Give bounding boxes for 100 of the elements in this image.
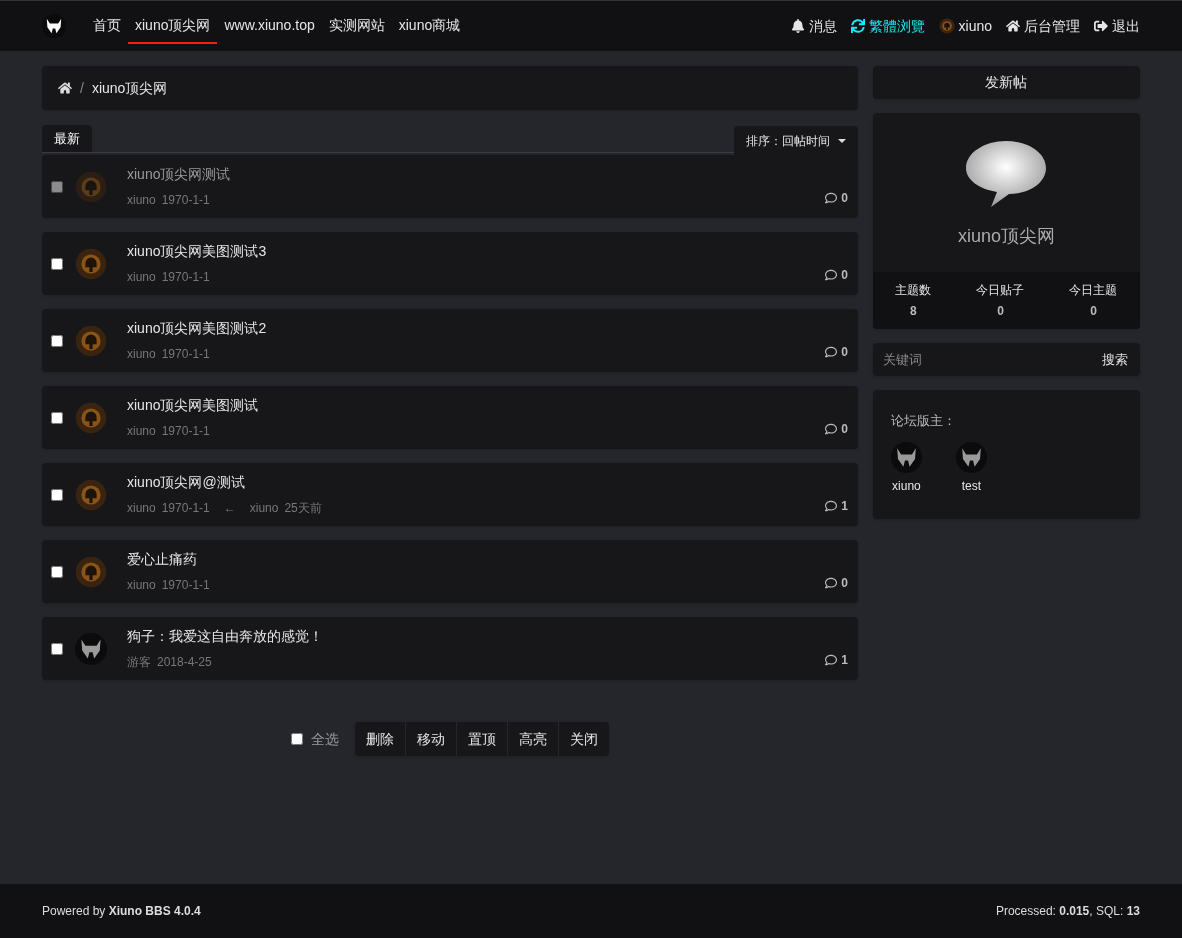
search-field[interactable]: 关键词: [872, 343, 1090, 376]
new-thread-button[interactable]: 发新帖: [872, 66, 1140, 99]
comment-icon: [825, 346, 838, 358]
thread-title[interactable]: xiuno顶尖网测试: [127, 164, 231, 185]
helmet-avatar-icon: [890, 442, 922, 473]
powered-by-text: Powered by Xiuno BBS 4.0.4: [42, 903, 201, 920]
stat-value: 0: [1090, 303, 1097, 320]
stat-label: 今日主题: [1069, 282, 1118, 299]
search-button[interactable]: 搜索: [1090, 343, 1140, 376]
reply-count: 0: [841, 575, 848, 592]
thread-title[interactable]: 爱心止痛药: [127, 549, 210, 570]
thread-title[interactable]: xiuno顶尖网美图测试: [127, 395, 259, 416]
nav-link[interactable]: xiuno商城: [391, 8, 468, 44]
post-date: 2018-4-25: [157, 654, 212, 671]
helmet-avatar-icon: [955, 442, 987, 473]
breadcrumb-separator: /: [80, 78, 84, 98]
helmet-avatar-icon: [75, 632, 107, 665]
checkbox[interactable]: [290, 733, 303, 745]
nav-link[interactable]: 繁體浏覽: [850, 15, 925, 37]
thread-row[interactable]: xiuno顶尖网美图测试2 xiuno 1970-1-1 0: [42, 309, 858, 372]
checkbox[interactable]: [51, 334, 63, 347]
helmet-avatar-icon: [75, 401, 107, 434]
author-name: xiuno: [127, 269, 156, 286]
checkbox[interactable]: [51, 565, 63, 578]
sort-dropdown[interactable]: 排序：回帖时间: [733, 126, 858, 156]
tab[interactable]: 最新: [42, 125, 92, 152]
checkbox[interactable]: [51, 411, 63, 424]
sign-out-icon: [1094, 19, 1108, 33]
checkbox[interactable]: [51, 488, 63, 501]
thread-row[interactable]: xiuno顶尖网@测试 xiuno 1970-1-1 ← xiuno 25天前 1: [42, 463, 858, 526]
thread-row[interactable]: xiuno顶尖网测试 xiuno 1970-1-1 0: [42, 155, 858, 218]
reply-count: 0: [841, 267, 848, 284]
helmet-avatar-icon: [75, 324, 107, 357]
home-icon: [1006, 19, 1020, 33]
nav-link[interactable]: 首页: [86, 8, 128, 44]
helmet-avatar-icon: [75, 555, 107, 588]
helmet-avatar-icon: [938, 18, 955, 34]
logo-icon: [42, 14, 66, 38]
nav-link[interactable]: xiuno顶尖网: [128, 8, 218, 44]
nav-link[interactable]: 消息: [790, 15, 837, 37]
reply-count: 0: [841, 421, 848, 438]
reply-count: 0: [841, 344, 848, 361]
moderation-button[interactable]: 高亮: [507, 722, 559, 756]
caret-icon: [837, 139, 846, 143]
thread-row[interactable]: xiuno顶尖网美图测试 xiuno 1970-1-1 0: [42, 386, 858, 449]
comment-icon: [825, 269, 838, 281]
author-name: xiuno: [127, 346, 156, 363]
nav-link[interactable]: xiuno: [938, 15, 992, 37]
moderator-name[interactable]: xiuno: [892, 477, 921, 495]
author-name: xiuno: [249, 500, 279, 517]
nav-link[interactable]: 实测网站: [321, 8, 392, 44]
author-name: xiuno: [127, 192, 156, 209]
moderators-title: 论坛版主：: [890, 413, 956, 428]
reply-count: 1: [841, 652, 848, 669]
helmet-avatar-icon: [75, 247, 107, 280]
moderator-name[interactable]: test: [961, 477, 982, 495]
moderation-button[interactable]: 置顶: [456, 722, 508, 756]
home-icon[interactable]: [58, 81, 72, 95]
thread-title[interactable]: 狗子：我爱这自由奔放的感觉！: [127, 626, 323, 647]
checkbox[interactable]: [51, 642, 63, 655]
comment-icon: [825, 423, 838, 435]
processing-stats: Processed: 0.015, SQL: 13: [995, 903, 1140, 920]
reply-count: 0: [841, 190, 848, 207]
speech-bubble-icon: [965, 139, 1048, 209]
reply-count: 1: [841, 498, 848, 515]
post-date: 1970-1-1: [161, 346, 210, 363]
post-date: 1970-1-1: [161, 269, 210, 286]
thread-title[interactable]: xiuno顶尖网美图测试2: [127, 318, 267, 339]
breadcrumb-link[interactable]: xiuno顶尖网: [91, 77, 168, 99]
moderation-button[interactable]: 删除: [354, 722, 406, 756]
stat-label: 主题数: [895, 282, 932, 299]
thread-row[interactable]: 狗子：我爱这自由奔放的感觉！ 游客 2018-4-25 1: [42, 617, 858, 680]
checkbox[interactable]: [51, 257, 63, 270]
forum-name: xiuno顶尖网: [957, 225, 1055, 248]
moderation-button[interactable]: 关闭: [558, 722, 609, 756]
thread-row[interactable]: xiuno顶尖网美图测试3 xiuno 1970-1-1 0: [42, 232, 858, 295]
thread-title[interactable]: xiuno顶尖网@测试: [127, 472, 322, 493]
author-name: xiuno: [127, 500, 156, 517]
nav-link[interactable]: 退出: [1094, 15, 1140, 37]
stat-value: 0: [997, 303, 1004, 320]
select-all-label[interactable]: 全选: [310, 728, 339, 750]
post-date: 1970-1-1: [161, 423, 210, 440]
helmet-avatar-icon: [75, 478, 107, 511]
author-name: xiuno: [127, 577, 156, 594]
refresh-icon: [850, 19, 865, 33]
thread-row[interactable]: 爱心止痛药 xiuno 1970-1-1 0: [42, 540, 858, 603]
author-name: 游客: [127, 654, 151, 671]
comment-icon: [825, 192, 838, 204]
nav-link[interactable]: www.xiuno.top: [217, 8, 322, 44]
stat-value: 8: [910, 303, 917, 320]
post-date: 25天前: [284, 500, 322, 517]
post-date: 1970-1-1: [161, 500, 210, 517]
helmet-avatar-icon: [75, 170, 107, 203]
post-date: 1970-1-1: [161, 192, 210, 209]
nav-link[interactable]: 后台管理: [1006, 15, 1080, 37]
thread-title[interactable]: xiuno顶尖网美图测试3: [127, 241, 267, 262]
comment-icon: [825, 577, 838, 589]
bell-icon: [790, 19, 805, 33]
comment-icon: [825, 654, 838, 666]
moderation-button[interactable]: 移动: [405, 722, 457, 756]
